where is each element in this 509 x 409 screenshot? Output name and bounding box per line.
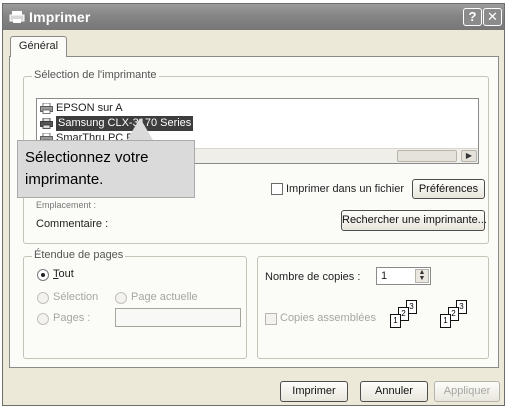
- print-dialog: Imprimer ? ✕ Général Sélection de l'impr…: [2, 3, 505, 406]
- current-page-label: Page actuelle: [131, 291, 198, 303]
- callout-pointer: [127, 118, 153, 140]
- tab-general[interactable]: Général: [10, 36, 67, 57]
- selection-label: Sélection: [53, 291, 99, 303]
- find-printer-button[interactable]: Rechercher une imprimante...: [341, 210, 487, 231]
- copies-count-stepper[interactable]: 1 ▲ ▼: [376, 267, 431, 285]
- preferences-button[interactable]: Préférences: [412, 179, 485, 199]
- comment-label: Commentaire :: [36, 218, 109, 230]
- print-to-file-checkbox[interactable]: [271, 183, 283, 195]
- selection-radio[interactable]: [37, 292, 49, 304]
- instruction-callout: Sélectionnez votre imprimante.: [17, 140, 195, 198]
- scroll-thumb[interactable]: [397, 150, 457, 162]
- all-pages-label: Tout: [53, 268, 74, 280]
- print-to-file-label: Imprimer dans un fichier: [286, 183, 404, 195]
- pages-input[interactable]: [115, 308, 241, 327]
- collate-stack-icon-2: 3 2 1: [439, 300, 479, 334]
- printer-icon: [9, 11, 25, 23]
- callout-text: Sélectionnez votre imprimante.: [25, 149, 149, 188]
- all-pages-radio[interactable]: [37, 269, 49, 281]
- close-button[interactable]: ✕: [483, 8, 502, 26]
- title-bar[interactable]: Imprimer ? ✕: [3, 4, 504, 30]
- page-range-legend: Étendue de pages: [32, 249, 126, 261]
- pages-label: Pages :: [53, 312, 91, 324]
- printer-selection-legend: Sélection de l'imprimante: [32, 69, 159, 81]
- printer-icon: [40, 103, 53, 114]
- cancel-button[interactable]: Annuler: [360, 381, 428, 402]
- window-title: Imprimer: [29, 9, 91, 25]
- printer-icon: [40, 118, 53, 129]
- pages-radio[interactable]: [37, 313, 49, 325]
- print-button[interactable]: Imprimer: [280, 381, 348, 402]
- apply-button[interactable]: Appliquer: [434, 381, 500, 402]
- copies-count-value: 1: [381, 270, 388, 282]
- printer-item-epson[interactable]: EPSON sur A: [40, 101, 123, 116]
- scroll-right-arrow-icon[interactable]: ▶: [461, 150, 477, 162]
- printer-item-samsung[interactable]: Samsung CLX-3170 Series: [40, 116, 194, 131]
- collate-label: Copies assemblées: [280, 312, 376, 324]
- location-label: Emplacement :: [36, 200, 97, 210]
- collate-stack-icon-1: 3 2 1: [389, 300, 429, 334]
- spin-arrows-icon[interactable]: ▲ ▼: [415, 269, 429, 283]
- printer-item-label: Samsung CLX-3170 Series: [56, 116, 194, 131]
- current-page-radio[interactable]: [115, 292, 127, 304]
- printer-item-label: EPSON sur A: [56, 102, 123, 114]
- copies-count-label: Nombre de copies :: [265, 271, 361, 283]
- collate-checkbox[interactable]: [265, 313, 277, 325]
- help-button[interactable]: ?: [463, 8, 482, 26]
